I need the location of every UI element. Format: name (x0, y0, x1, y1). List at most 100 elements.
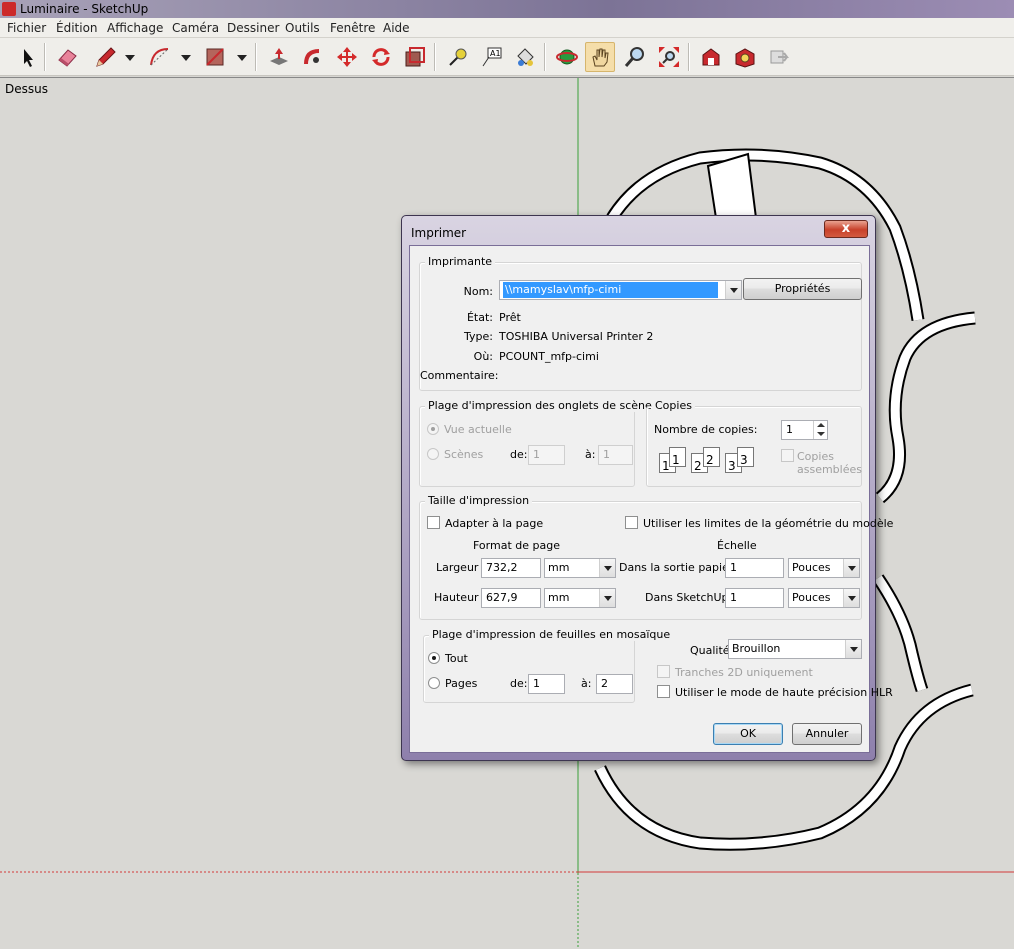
arc-dropdown-icon[interactable] (181, 55, 191, 61)
model-extents-checkbox[interactable] (625, 516, 638, 529)
tile-to-input[interactable]: 2 (596, 674, 633, 694)
tile-from-input[interactable]: 1 (528, 674, 565, 694)
chevron-down-icon[interactable] (599, 559, 615, 577)
printer-name-label: Nom: (463, 285, 493, 298)
printer-name-value: \\mamyslav\mfp-cimi (503, 282, 718, 298)
scale-heading: Échelle (717, 539, 757, 552)
components-icon[interactable] (730, 42, 760, 72)
quality-value: Brouillon (732, 642, 781, 655)
page-copy-icon: 2 (703, 447, 720, 467)
cancel-button[interactable]: Annuler (792, 723, 862, 745)
height-input[interactable]: 627,9 (481, 588, 541, 608)
quality-label: Qualité (690, 644, 730, 657)
rectangle-icon[interactable] (200, 42, 230, 72)
pencil-icon[interactable] (90, 42, 120, 72)
paper-output-input[interactable]: 1 (725, 558, 784, 578)
chevron-down-icon[interactable] (725, 281, 741, 299)
printer-where-value: PCOUNT_mfp-cimi (499, 350, 599, 363)
svg-text:A1: A1 (490, 49, 501, 58)
scene-range-group: Plage d'impression des onglets de scène … (419, 399, 655, 487)
fit-page-label: Adapter à la page (445, 517, 544, 530)
menu-fichier[interactable]: Fichier (7, 21, 46, 35)
menu-aide[interactable]: Aide (383, 21, 410, 35)
collate-label-line1: Copies (797, 450, 834, 463)
menu-camera[interactable]: Caméra (172, 21, 219, 35)
printer-name-select[interactable]: \\mamyslav\mfp-cimi (499, 280, 742, 300)
dialog-body: Imprimante Nom: \\mamyslav\mfp-cimi Prop… (409, 245, 893, 753)
warehouse-icon[interactable] (696, 42, 726, 72)
close-icon[interactable]: x (824, 220, 868, 238)
window-titlebar: Luminaire - SketchUp (0, 0, 1014, 18)
menu-affichage[interactable]: Affichage (107, 21, 163, 35)
chevron-down-icon[interactable] (843, 559, 859, 577)
scenes-radio[interactable] (427, 448, 439, 460)
main-toolbar: A1 (0, 38, 1014, 76)
rotate-icon[interactable] (366, 42, 396, 72)
eraser-icon[interactable] (52, 42, 82, 72)
in-sketchup-unit-select[interactable]: Pouces (788, 588, 860, 608)
tape-measure-icon[interactable] (442, 42, 472, 72)
page-digit: 1 (672, 453, 680, 467)
pencil-dropdown-icon[interactable] (125, 55, 135, 61)
scene-from-input[interactable]: 1 (528, 445, 565, 465)
ok-button[interactable]: OK (713, 723, 783, 745)
page-digit: 3 (728, 459, 736, 473)
toolbar-separator (688, 43, 690, 71)
copies-count-input[interactable]: 1 (781, 420, 828, 440)
menu-bar: Fichier Édition Affichage Caméra Dessine… (0, 18, 1014, 38)
tile-all-radio[interactable] (428, 652, 440, 664)
height-unit-select[interactable]: mm (544, 588, 616, 608)
chevron-down-icon[interactable] (599, 589, 615, 607)
page-copy-icon: 1 (669, 447, 686, 467)
collate-checkbox[interactable] (781, 449, 794, 462)
menu-outils[interactable]: Outils (285, 21, 320, 35)
offset-icon[interactable] (400, 42, 430, 72)
zoom-extents-icon[interactable] (654, 42, 684, 72)
orbit-icon[interactable] (552, 42, 582, 72)
arc-icon[interactable] (145, 42, 175, 72)
pan-icon[interactable] (585, 42, 615, 72)
follow-me-icon[interactable] (298, 42, 328, 72)
scene-to-input[interactable]: 1 (598, 445, 633, 465)
width-input[interactable]: 732,2 (481, 558, 541, 578)
fit-page-checkbox[interactable] (427, 516, 440, 529)
in-sketchup-unit-value: Pouces (792, 591, 831, 604)
move-icon[interactable] (332, 42, 362, 72)
paper-output-unit-select[interactable]: Pouces (788, 558, 860, 578)
text-icon[interactable]: A1 (476, 42, 506, 72)
quality-select[interactable]: Brouillon (728, 639, 862, 659)
tile-pages-radio[interactable] (428, 677, 440, 689)
menu-edition[interactable]: Édition (56, 21, 98, 35)
copies-spinner-icon[interactable] (813, 421, 827, 439)
menu-fenetre[interactable]: Fenêtre (330, 21, 375, 35)
menu-dessiner[interactable]: Dessiner (227, 21, 279, 35)
in-sketchup-input[interactable]: 1 (725, 588, 784, 608)
share-icon[interactable] (764, 42, 794, 72)
page-copy-icon: 3 (737, 447, 754, 467)
printer-state-value: Prêt (499, 311, 521, 324)
select-icon[interactable] (12, 42, 42, 72)
rectangle-dropdown-icon[interactable] (237, 55, 247, 61)
properties-button[interactable]: Propriétés (743, 278, 862, 300)
chevron-down-icon[interactable] (843, 589, 859, 607)
slices-2d-checkbox[interactable] (657, 665, 670, 678)
print-size-group: Taille d'impression Adapter à la page Ut… (419, 494, 893, 620)
current-view-label: Vue actuelle (444, 423, 512, 436)
tile-all-label: Tout (445, 652, 468, 665)
width-unit-select[interactable]: mm (544, 558, 616, 578)
copies-group-title: Copies (652, 399, 695, 412)
printer-comment-label: Commentaire: (420, 369, 499, 382)
current-view-radio[interactable] (427, 423, 439, 435)
in-sketchup-label: Dans SketchUp (645, 591, 729, 604)
paint-bucket-icon[interactable] (510, 42, 540, 72)
zoom-icon[interactable] (620, 42, 650, 72)
printer-type-label: Type: (464, 330, 493, 343)
width-label: Largeur (436, 561, 479, 574)
hlr-mode-checkbox[interactable] (657, 685, 670, 698)
toolbar-separator (544, 43, 546, 71)
chevron-down-icon[interactable] (845, 640, 861, 658)
printer-type-value: TOSHIBA Universal Printer 2 (499, 330, 654, 343)
print-size-group-title: Taille d'impression (425, 494, 533, 507)
tile-range-group-title: Plage d'impression de feuilles en mosaïq… (429, 628, 674, 641)
push-pull-icon[interactable] (264, 42, 294, 72)
